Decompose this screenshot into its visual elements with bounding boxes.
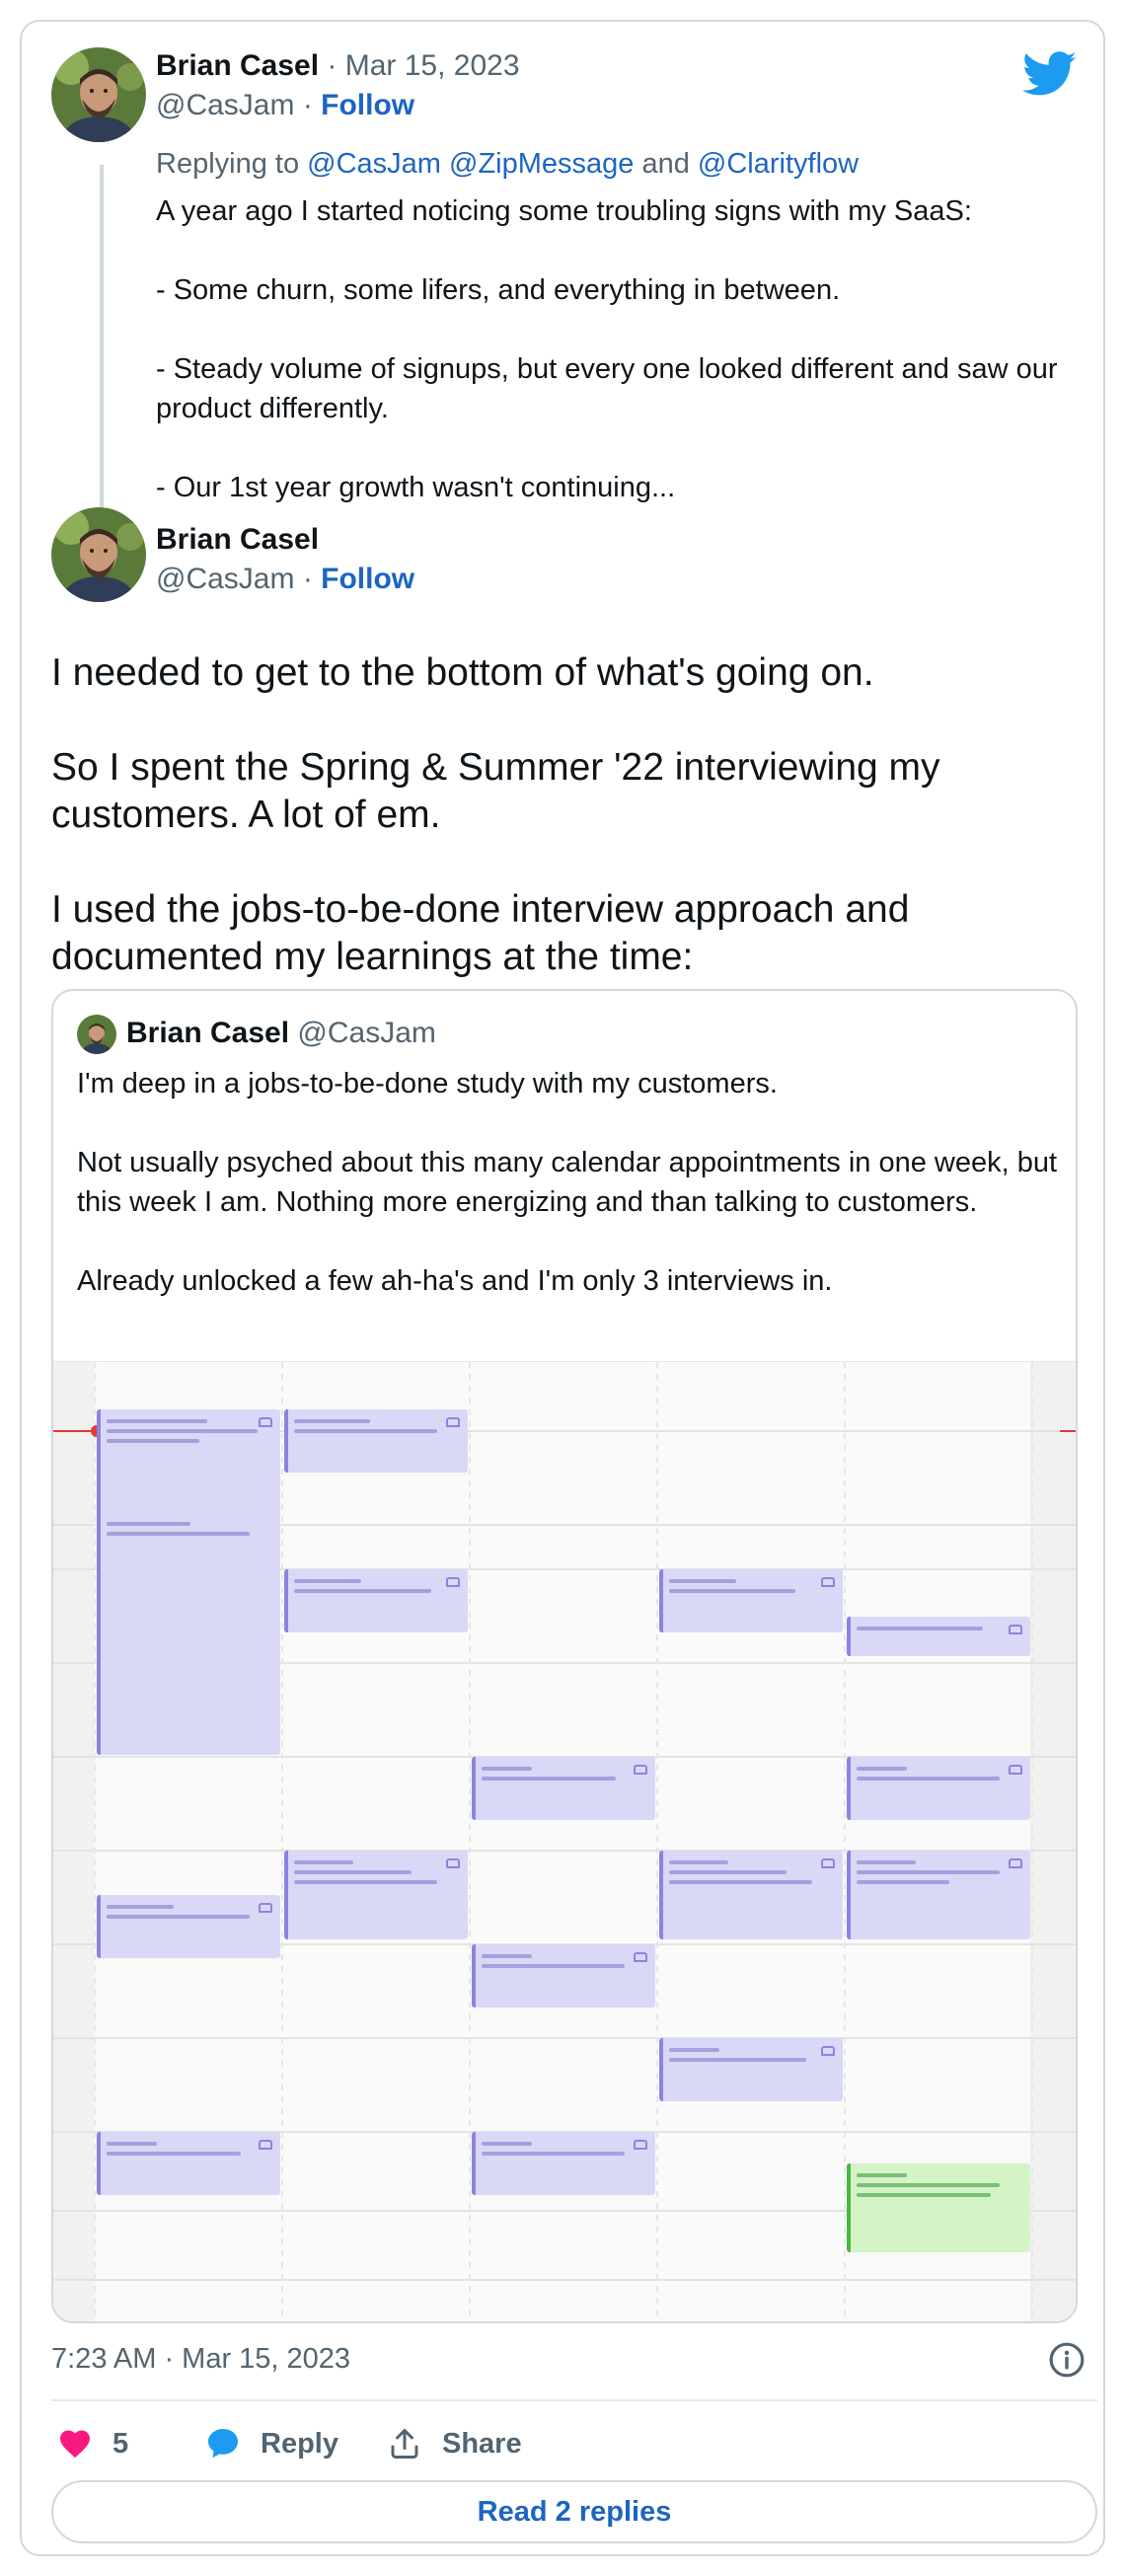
calendar-event[interactable]	[847, 2163, 1030, 2252]
tweet-line: - Our 1st year growth wasn't continuing.…	[156, 472, 676, 503]
tweet-line: - Steady volume of signups, but every on…	[156, 353, 1058, 424]
quoted-paragraph: Not usually psyched about this many cale…	[77, 1147, 1058, 1218]
author-handle[interactable]: @CasJam · Follow	[156, 563, 414, 596]
divider	[51, 2399, 1097, 2401]
calendar-event[interactable]	[847, 1851, 1030, 1939]
like-count: 5	[112, 2427, 129, 2460]
calendar-event[interactable]	[659, 2038, 843, 2101]
quoted-tweet[interactable]: Brian Casel @CasJam I'm deep in a jobs-t…	[51, 989, 1078, 2323]
reply-mention-clarityflow[interactable]: @Clarityflow	[698, 148, 859, 180]
calendar-event[interactable]	[97, 1512, 280, 1567]
calendar-screenshot[interactable]	[53, 1361, 1076, 2321]
info-icon[interactable]	[1048, 2341, 1086, 2379]
like-button[interactable]: 5	[57, 2424, 128, 2463]
quoted-paragraph: I'm deep in a jobs-to-be-done study with…	[77, 1068, 778, 1099]
avatar	[77, 1015, 116, 1054]
tweet-date[interactable]: · Mar 15, 2023	[327, 49, 519, 82]
tweet-paragraph: I used the jobs-to-be-done interview app…	[51, 888, 910, 978]
author-handle[interactable]: @CasJam · Follow	[156, 89, 414, 122]
calendar-event[interactable]	[847, 1757, 1030, 1820]
avatar[interactable]	[51, 47, 146, 142]
quoted-author: Brian Casel @CasJam	[126, 1017, 436, 1049]
tweet-text: A year ago I started noticing some troub…	[156, 191, 1103, 507]
author-name[interactable]: Brian Casel · Mar 15, 2023	[156, 49, 520, 83]
calendar-event[interactable]	[472, 2132, 655, 2195]
calendar-event[interactable]	[97, 2132, 280, 2195]
reply-mentions[interactable]: @CasJam @ZipMessage	[307, 148, 634, 180]
quoted-handle: @CasJam	[297, 1017, 436, 1049]
tweet-paragraph: I needed to get to the bottom of what's …	[51, 651, 874, 694]
avatar[interactable]	[51, 507, 146, 602]
calendar-event[interactable]	[97, 1895, 280, 1958]
follow-button[interactable]: Follow	[321, 89, 414, 121]
tweet-timestamp[interactable]: 7:23 AM · Mar 15, 2023	[51, 2343, 350, 2376]
share-label: Share	[442, 2427, 522, 2460]
tweet-line: - Some churn, some lifers, and everythin…	[156, 274, 841, 306]
share-icon	[391, 2429, 418, 2459]
heart-icon	[60, 2430, 90, 2459]
calendar-event[interactable]	[284, 1569, 468, 1632]
twitter-bird-icon[interactable]	[1022, 51, 1078, 97]
calendar-event[interactable]	[472, 1944, 655, 2008]
quoted-text: I'm deep in a jobs-to-be-done study with…	[77, 1064, 1064, 1301]
calendar-event[interactable]	[284, 1851, 468, 1939]
tweet-card: Brian Casel · Mar 15, 2023 @CasJam · Fol…	[20, 20, 1105, 2556]
read-replies-button[interactable]: Read 2 replies	[51, 2480, 1097, 2543]
follow-button[interactable]: Follow	[321, 563, 414, 595]
tweet-text: I needed to get to the bottom of what's …	[51, 649, 1097, 981]
replying-to: Replying to @CasJam @ZipMessage and @Cla…	[156, 148, 860, 180]
calendar-event[interactable]	[472, 1757, 655, 1820]
tweet-paragraph: So I spent the Spring & Summer '22 inter…	[51, 746, 940, 836]
share-button[interactable]: Share	[387, 2424, 522, 2463]
calendar-event[interactable]	[847, 1617, 1030, 1656]
thread-connector	[100, 165, 104, 520]
reply-button[interactable]: Reply	[205, 2424, 338, 2463]
tweet-line: A year ago I started noticing some troub…	[156, 195, 972, 227]
calendar-event[interactable]	[659, 1569, 843, 1632]
author-name[interactable]: Brian Casel	[156, 523, 319, 557]
calendar-event[interactable]	[97, 1409, 280, 1755]
reply-bubble-icon	[208, 2429, 238, 2459]
quoted-paragraph: Already unlocked a few ah-ha's and I'm o…	[77, 1265, 833, 1297]
calendar-event[interactable]	[284, 1409, 468, 1473]
calendar-event[interactable]	[659, 1851, 843, 1939]
reply-label: Reply	[261, 2427, 338, 2460]
